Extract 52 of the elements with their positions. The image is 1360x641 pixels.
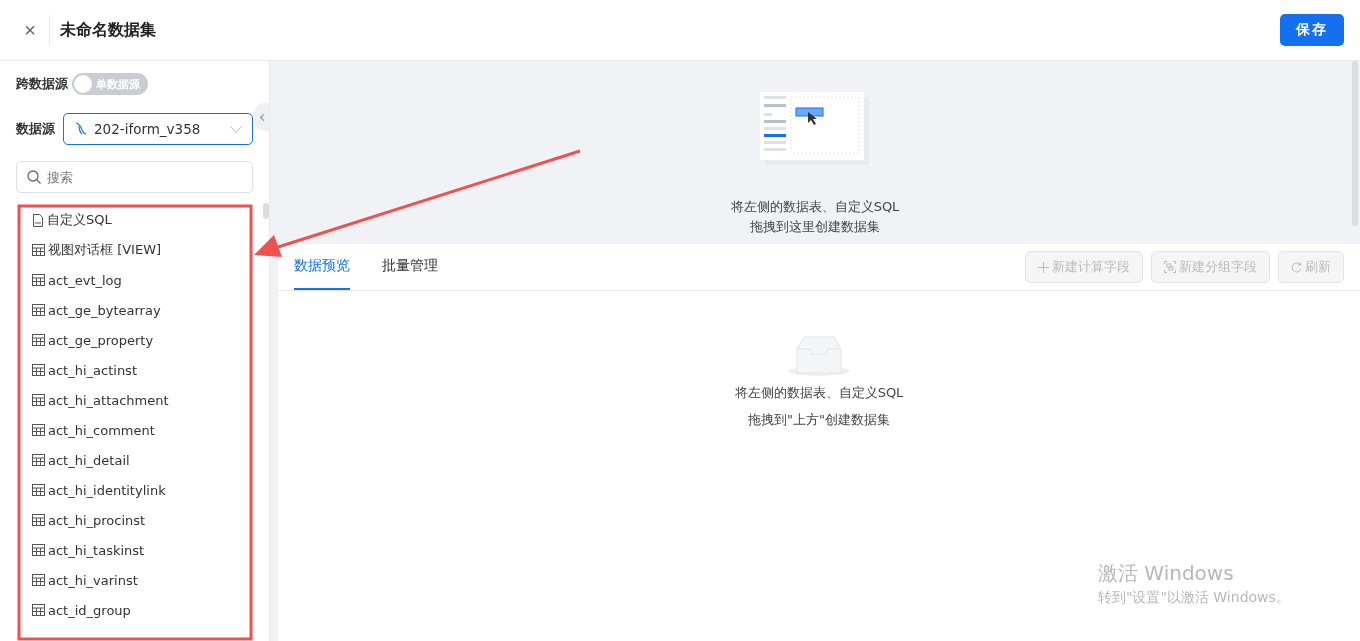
plus-icon <box>1038 261 1049 273</box>
activation-title: 激活 Windows <box>1098 560 1235 587</box>
table-icon <box>32 484 45 496</box>
table-icon <box>32 514 45 526</box>
hint-text: 拖拽到这里创建数据集 <box>750 218 880 236</box>
hint-text: 将左侧的数据表、自定义SQL <box>730 198 900 216</box>
table-list-item[interactable]: act_hi_procinst <box>32 505 253 535</box>
chevron-down-icon <box>230 125 242 133</box>
table-list-item[interactable]: 视图对话框 [VIEW] <box>32 235 253 265</box>
table-list-item[interactable]: act_hi_comment <box>32 415 253 445</box>
scrollbar-thumb[interactable] <box>1352 61 1358 226</box>
group-icon <box>1164 261 1176 273</box>
table-icon <box>32 394 45 406</box>
table-list-item[interactable]: act_hi_varinst <box>32 565 253 595</box>
file-icon <box>32 213 44 227</box>
empty-text: 拖拽到"上方"创建数据集 <box>748 411 890 429</box>
empty-inbox-icon <box>787 335 851 377</box>
table-list-item[interactable]: act_hi_taskinst <box>32 535 253 565</box>
table-list-item[interactable]: act_evt_log <box>32 265 253 295</box>
table-icon <box>32 574 45 586</box>
table-list-item[interactable]: act_id_group <box>32 595 253 625</box>
table-icon <box>32 244 45 256</box>
table-list-item[interactable]: 自定义SQL <box>32 205 253 235</box>
activation-text: 转到"设置"以激活 Windows。 <box>1098 589 1290 607</box>
field-label: 跨数据源 <box>16 75 68 93</box>
save-button[interactable]: 保存 <box>1280 14 1344 46</box>
table-icon <box>32 304 45 316</box>
table-icon <box>32 364 45 376</box>
field-label: 数据源 <box>16 120 55 138</box>
close-button[interactable]: × <box>20 18 40 42</box>
table-list-item[interactable]: act_ge_bytearray <box>32 295 253 325</box>
table-icon <box>32 424 45 436</box>
table-list-item[interactable]: act_hi_detail <box>32 445 253 475</box>
table-icon <box>32 454 45 466</box>
search-icon <box>27 170 41 184</box>
tab[interactable]: 批量管理 <box>382 244 438 290</box>
table-list-item[interactable]: act_hi_identitylink <box>32 475 253 505</box>
table-icon <box>32 544 45 556</box>
table-list-item[interactable]: act_hi_attachment <box>32 385 253 415</box>
tab[interactable]: 数据预览 <box>294 244 350 290</box>
collapse-button[interactable] <box>255 103 269 131</box>
table-icon <box>32 274 45 286</box>
search-field[interactable]: 搜索 <box>16 161 253 193</box>
scrollbar-thumb[interactable] <box>263 203 269 219</box>
refresh-icon <box>1291 261 1302 273</box>
table-icon <box>32 334 45 346</box>
table-list-item[interactable]: act_ge_property <box>32 325 253 355</box>
empty-text: 将左侧的数据表、自定义SQL <box>734 384 904 402</box>
page-title: 未命名数据集 <box>60 19 157 41</box>
table-list-item[interactable]: act_hi_actinst <box>32 355 253 385</box>
datasource-select[interactable]: 202-iform_v358 <box>63 113 253 145</box>
table-icon <box>32 604 45 616</box>
